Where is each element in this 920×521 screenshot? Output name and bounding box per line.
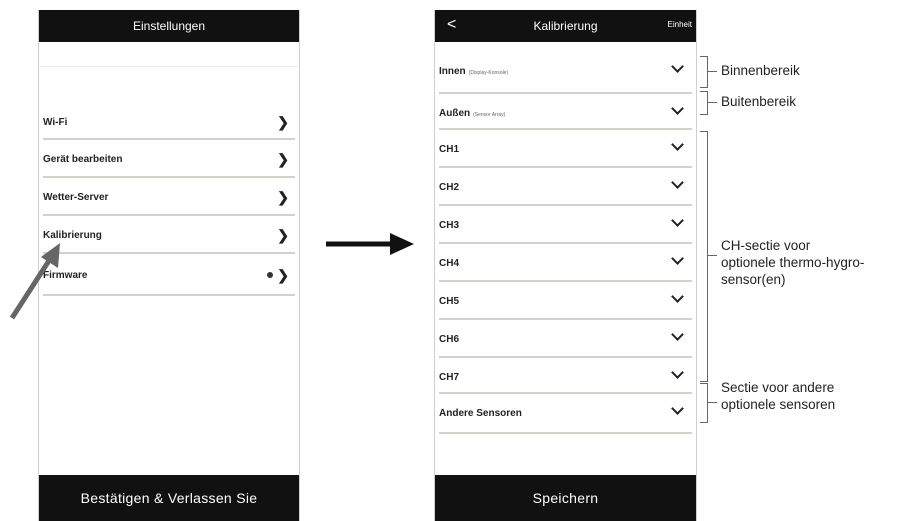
note-indoor: Binnenbereik <box>721 63 800 78</box>
note-ch-line: optionele thermo-hygro- <box>721 255 865 270</box>
calibration-row-ch6[interactable]: CH6 <box>439 322 692 358</box>
save-label: Speichern <box>532 490 599 506</box>
note-ch-line: sensor(en) <box>721 272 786 287</box>
calibration-row-other-sensors[interactable]: Andere Sensoren <box>439 396 692 434</box>
note-other-line: optionele sensoren <box>721 397 836 412</box>
back-icon[interactable]: < <box>447 16 456 34</box>
row-label: CH6 <box>439 334 460 345</box>
note-ch-line: CH-sectie voor <box>721 238 811 253</box>
chevron-down-icon <box>671 176 684 189</box>
note-other: Sectie voor andere optionele sensoren <box>721 379 835 413</box>
row-label: CH7 <box>439 372 460 383</box>
calibration-row-indoor[interactable]: Innen (Display-Konsole) <box>439 54 692 94</box>
row-label: CH5 <box>439 296 460 307</box>
bracket-tick <box>707 255 717 256</box>
note-other-line: Sectie voor andere <box>721 380 835 395</box>
chevron-down-icon <box>671 366 684 379</box>
calibration-title: Kalibrierung <box>533 19 598 33</box>
note-ch: CH-sectie voor optionele thermo-hygro- s… <box>721 237 864 288</box>
bracket-tick <box>707 402 717 403</box>
chevron-down-icon <box>671 102 684 115</box>
calibration-row-ch5[interactable]: CH5 <box>439 284 692 320</box>
bracket-indoor <box>700 56 708 88</box>
bracket-other <box>700 383 708 423</box>
bracket-outdoor <box>700 91 708 115</box>
row-label: Andere Sensoren <box>439 408 522 419</box>
chevron-down-icon <box>671 214 684 227</box>
unit-button[interactable]: Einheit <box>668 20 692 29</box>
row-label: Innen (Display-Konsole) <box>439 66 509 77</box>
row-sublabel: (Display-Konsole) <box>468 70 509 76</box>
chevron-down-icon <box>671 402 684 415</box>
calibration-row-outdoor[interactable]: Außen (Sensor Array) <box>439 96 692 130</box>
note-outdoor: Buitenbereik <box>721 94 797 109</box>
save-button[interactable]: Speichern <box>435 475 696 521</box>
row-label: CH2 <box>439 182 460 193</box>
row-sublabel: (Sensor Array) <box>473 112 506 118</box>
chevron-down-icon <box>671 60 684 73</box>
bracket-tick <box>707 102 717 103</box>
row-label: CH1 <box>439 144 460 155</box>
row-label: CH3 <box>439 220 460 231</box>
chevron-down-icon <box>671 328 684 341</box>
calibration-row-ch4[interactable]: CH4 <box>439 246 692 282</box>
calibration-row-ch3[interactable]: CH3 <box>439 208 692 244</box>
calibration-title-bar: < Kalibrierung Einheit <box>435 10 696 42</box>
chevron-down-icon <box>671 290 684 303</box>
transition-arrow-icon <box>326 233 414 255</box>
row-label: CH4 <box>439 258 460 269</box>
calibration-row-ch1[interactable]: CH1 <box>439 132 692 168</box>
calibration-screen: < Kalibrierung Einheit Innen (Display-Kon… <box>434 10 697 521</box>
calibration-row-ch2[interactable]: CH2 <box>439 170 692 206</box>
calibration-row-ch7[interactable]: CH7 <box>439 360 692 394</box>
chevron-down-icon <box>671 252 684 265</box>
bracket-ch <box>700 131 708 382</box>
row-label: Außen (Sensor Array) <box>439 108 506 119</box>
bracket-tick <box>707 71 717 72</box>
chevron-down-icon <box>671 138 684 151</box>
